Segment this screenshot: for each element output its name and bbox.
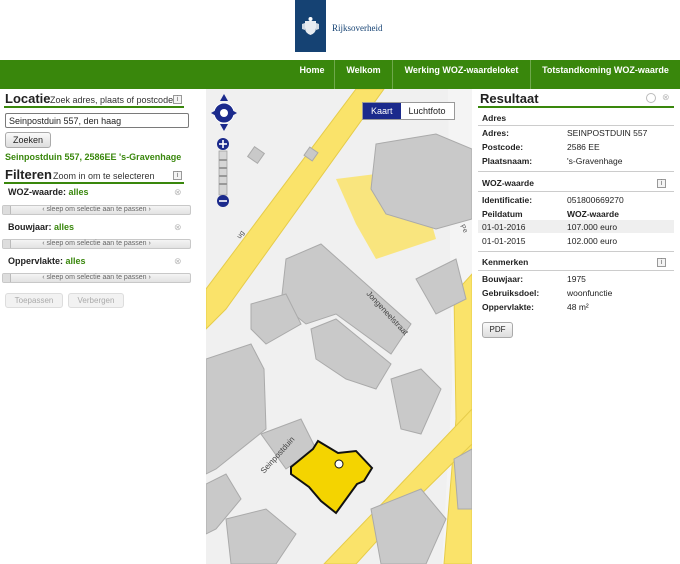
slider-hint: ‹ sleep om selectie aan te passen › (42, 274, 151, 281)
pan-control[interactable] (210, 92, 238, 132)
filteren-info-icon[interactable]: i (173, 171, 182, 180)
rijksoverheid-logo[interactable] (295, 0, 326, 52)
row-value: 051800669270 (567, 195, 624, 205)
row-value: 48 m² (567, 302, 589, 312)
locatie-info-icon[interactable]: i (173, 95, 182, 104)
kenmerken-group-title: Kenmerken (482, 257, 529, 267)
row-key: 01-01-2016 (482, 222, 526, 232)
filteren-title: Filteren (5, 167, 52, 182)
filter-bouwjaar-close-icon[interactable]: ⊗ (174, 222, 182, 233)
row-key: Gebruiksdoel: (482, 288, 540, 298)
close-icon[interactable]: ⊗ (662, 92, 670, 103)
gebruiksdoel-row: Gebruiksdoel: woonfunctie (478, 286, 674, 299)
filter-oppervlakte-slider[interactable]: ‹ sleep om selectie aan te passen › (2, 273, 191, 283)
slider-hint: ‹ sleep om selectie aan te passen › (42, 240, 151, 247)
nav-totstandkoming[interactable]: Totstandkoming WOZ-waarde (530, 60, 680, 89)
oppervlakte-row: Oppervlakte: 48 m² (478, 300, 674, 313)
nav-werking[interactable]: Werking WOZ-waardeloket (392, 60, 530, 89)
filter-woz-label: WOZ-waarde: alles (8, 187, 89, 197)
zoom-slider[interactable] (218, 150, 228, 196)
map-view[interactable]: Jongeneelstraat Seinpostduin ug Pe Kaart… (206, 89, 472, 564)
filter-bouwjaar-label: Bouwjaar: alles (8, 222, 74, 232)
address-result-link[interactable]: Seinpostduin 557, 2586EE 's-Gravenhage (5, 152, 181, 162)
filter-woz-name: WOZ-waarde: (8, 187, 67, 197)
adres-group-title: Adres (482, 113, 507, 123)
row-value: 2586 EE (567, 142, 600, 152)
row-value: WOZ-waarde (567, 209, 619, 219)
results-panel: Resultaat ⊗ Adres Adres: SEINPOSTDUIN 557… (472, 89, 680, 564)
locatie-divider (4, 106, 184, 108)
filter-oppervlakte-close-icon[interactable]: ⊗ (174, 256, 182, 267)
row-value: 107.000 euro (567, 222, 618, 232)
row-key: Identificatie: (482, 195, 533, 205)
nav-welkom[interactable]: Welkom (334, 60, 392, 89)
filter-woz-value: alles (68, 187, 89, 197)
row-value: SEINPOSTDUIN 557 (567, 128, 648, 138)
filter-oppervlakte-name: Oppervlakte: (8, 256, 64, 266)
woz-2016-row: 01-01-2016 107.000 euro (478, 220, 674, 233)
locatie-subtitle: Zoek adres, plaats of postcode (50, 95, 174, 105)
row-key: Postcode: (482, 142, 524, 152)
slider-handle[interactable] (3, 274, 11, 282)
woz-header-row: Peildatum WOZ-waarde (478, 207, 674, 220)
kenmerken-info-icon[interactable]: i (657, 258, 666, 267)
zoom-control[interactable] (216, 138, 230, 208)
crest-icon (302, 17, 319, 35)
row-key: 01-01-2015 (482, 236, 526, 246)
pan-up-icon[interactable] (220, 94, 228, 101)
kenmerken-group-divider (478, 251, 674, 252)
pan-down-icon[interactable] (220, 124, 228, 131)
filter-bouwjaar-name: Bouwjaar: (8, 222, 52, 232)
filter-woz-close-icon[interactable]: ⊗ (174, 187, 182, 198)
row-value: 1975 (567, 274, 586, 284)
toggle-kaart[interactable]: Kaart (363, 103, 401, 119)
kenmerken-group-underline (478, 270, 674, 271)
plaatsnaam-row: Plaatsnaam: 's-Gravenhage (478, 154, 674, 167)
slider-handle[interactable] (3, 240, 11, 248)
search-input[interactable] (5, 113, 189, 128)
map-canvas[interactable]: Jongeneelstraat Seinpostduin ug Pe (206, 89, 472, 564)
row-key: Bouwjaar: (482, 274, 524, 284)
row-key: Oppervlakte: (482, 302, 534, 312)
bouwjaar-row: Bouwjaar: 1975 (478, 272, 674, 285)
resultaat-divider (478, 106, 674, 108)
map-layer-toggle: Kaart Luchtfoto (362, 102, 455, 120)
locatie-title: Locatie (5, 91, 51, 106)
row-key: Adres: (482, 128, 509, 138)
row-key: Peildatum (482, 209, 523, 219)
pdf-button[interactable]: PDF (482, 322, 513, 338)
row-value: 102.000 euro (567, 236, 618, 246)
slider-hint: ‹ sleep om selectie aan te passen › (42, 206, 151, 213)
apply-button[interactable]: Toepassen (5, 293, 63, 308)
nav-home[interactable]: Home (290, 60, 334, 89)
woz-group-underline (478, 191, 674, 192)
filter-bouwjaar-slider[interactable]: ‹ sleep om selectie aan te passen › (2, 239, 191, 249)
site-header: Rijksoverheid (0, 0, 680, 60)
settings-icon[interactable] (646, 93, 656, 103)
filter-woz-slider[interactable]: ‹ sleep om selectie aan te passen › (2, 205, 191, 215)
main-nav: Home Welkom Werking WOZ-waardeloket Tots… (0, 60, 680, 89)
woz-info-icon[interactable]: i (657, 179, 666, 188)
row-key: Plaatsnaam: (482, 156, 533, 166)
woz-group-title: WOZ-waarde (482, 178, 534, 188)
filter-bouwjaar-value: alles (54, 222, 75, 232)
filter-oppervlakte-value: alles (65, 256, 86, 266)
row-value: woonfunctie (567, 288, 613, 298)
hide-button[interactable]: Verbergen (68, 293, 124, 308)
filteren-divider (4, 182, 184, 184)
adres-row: Adres: SEINPOSTDUIN 557 (478, 126, 674, 139)
search-button[interactable]: Zoeken (5, 132, 51, 148)
identificatie-row: Identificatie: 051800669270 (478, 193, 674, 206)
woz-group-divider (478, 171, 674, 172)
postcode-row: Postcode: 2586 EE (478, 140, 674, 153)
toggle-luchtfoto[interactable]: Luchtfoto (401, 103, 454, 119)
resultaat-title: Resultaat (480, 91, 539, 106)
slider-handle[interactable] (3, 206, 11, 214)
row-value: 's-Gravenhage (567, 156, 623, 166)
filteren-subtitle: Zoom in om te selecteren (53, 171, 155, 181)
filter-oppervlakte-label: Oppervlakte: alles (8, 256, 86, 266)
woz-2015-row: 01-01-2015 102.000 euro (478, 234, 674, 247)
brand-name: Rijksoverheid (332, 23, 383, 33)
